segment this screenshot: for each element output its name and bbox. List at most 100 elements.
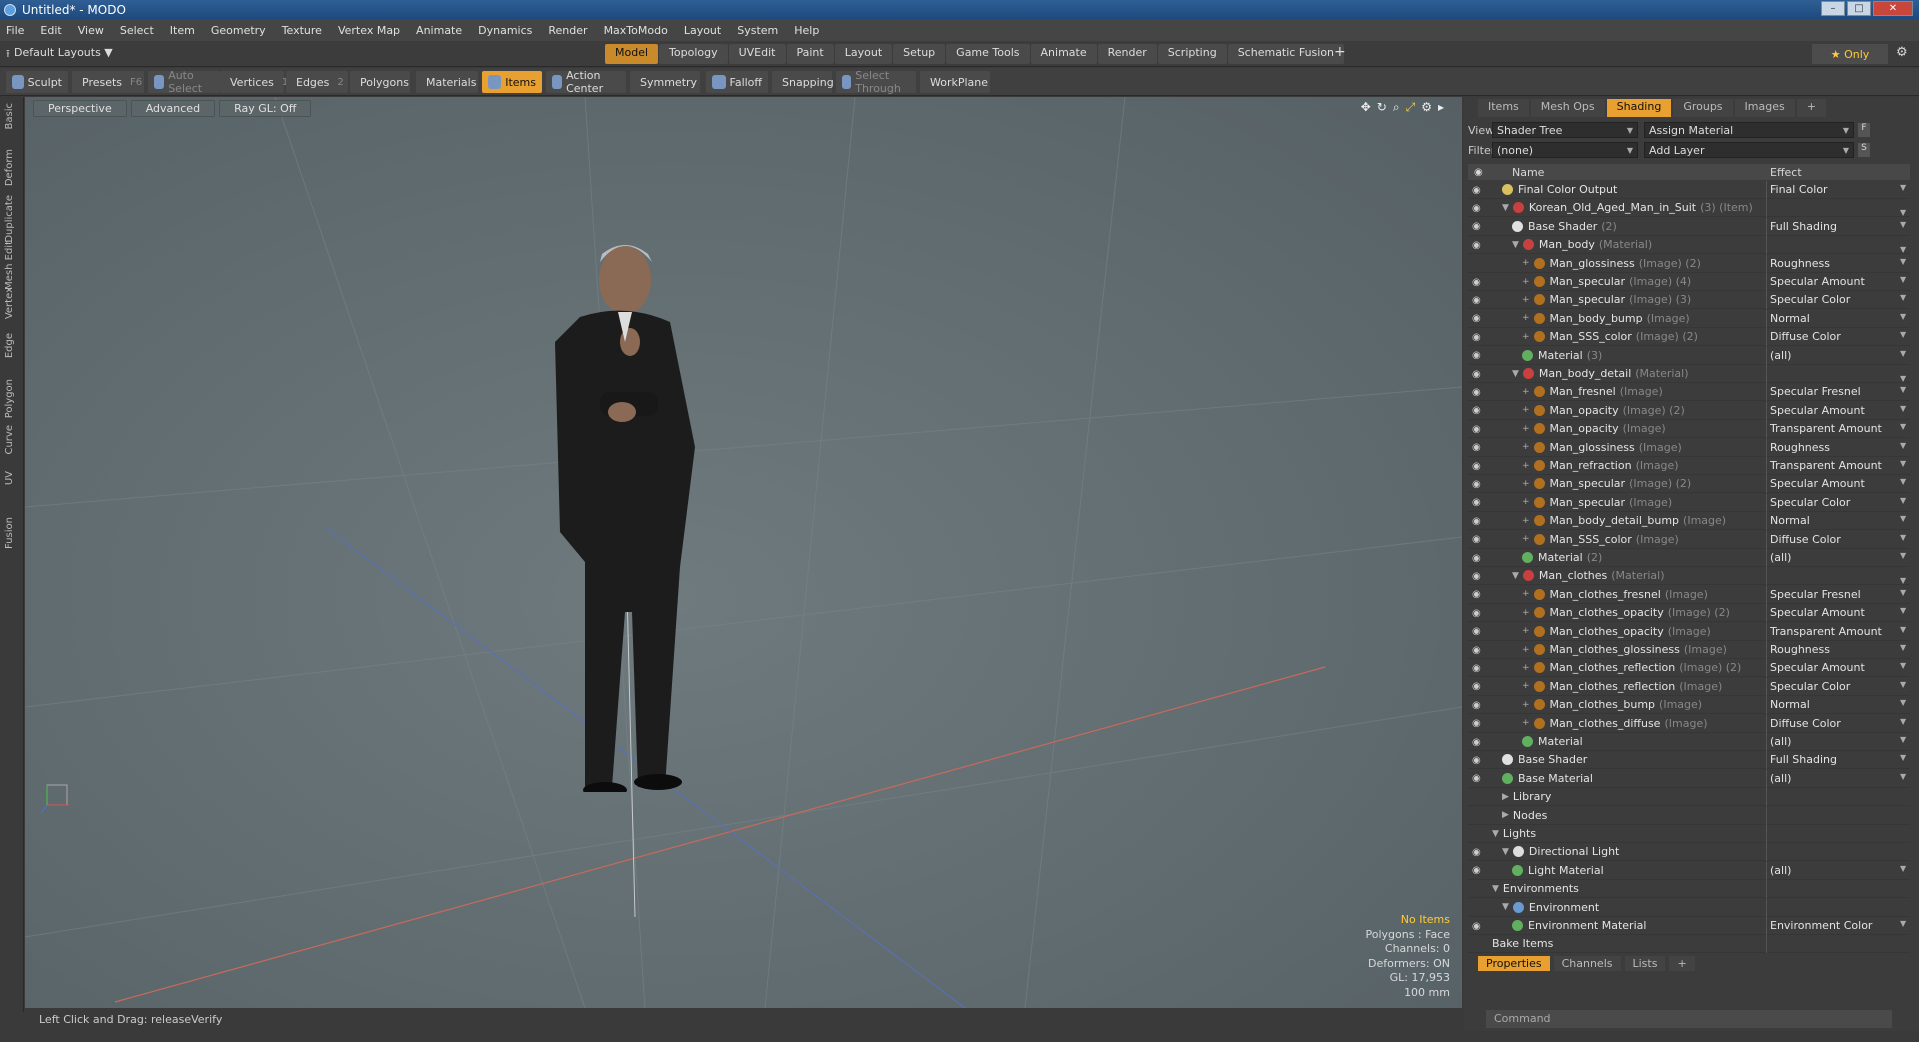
effect-dropdown[interactable]: Specular Fresnel: [1770, 588, 1906, 601]
expand-toggle-icon[interactable]: ▼: [1502, 203, 1509, 213]
effect-dropdown[interactable]: (all): [1770, 772, 1909, 785]
tab-layout[interactable]: Layout: [834, 44, 893, 64]
expand-toggle-icon[interactable]: +: [1522, 295, 1530, 305]
visibility-eye-icon[interactable]: ◉: [1472, 185, 1486, 196]
visibility-eye-icon[interactable]: ◉: [1472, 626, 1486, 637]
close-button[interactable]: ✕: [1873, 1, 1913, 16]
viewport-menu-icon[interactable]: ▸: [1438, 100, 1444, 115]
visibility-eye-icon[interactable]: ◉: [1472, 847, 1486, 858]
effect-dropdown[interactable]: Full Shading: [1770, 753, 1906, 766]
tool-sculpt-button[interactable]: Sculpt: [6, 71, 68, 93]
viewport-ray-gl-off-button[interactable]: Ray GL: Off: [219, 100, 312, 117]
bottom-tab-lists[interactable]: Lists: [1624, 956, 1666, 971]
left-tab-curve[interactable]: Curve: [4, 425, 15, 455]
tree-row[interactable]: ▼ Environments: [1468, 880, 1910, 899]
assign-material-hotkey[interactable]: F: [1858, 123, 1870, 137]
tree-row[interactable]: ◉ + Man_specular (Image) (2) Specular Amount: [1468, 475, 1910, 494]
effect-dropdown[interactable]: Transparent Amount: [1770, 422, 1906, 435]
panel-tab-items[interactable]: Items: [1478, 99, 1529, 117]
tool-edges-button[interactable]: Edges 2: [286, 71, 348, 93]
expand-toggle-icon[interactable]: +: [1522, 645, 1530, 655]
tab-schematic-fusion[interactable]: Schematic Fusion: [1227, 44, 1345, 64]
effect-dropdown[interactable]: Specular Amount: [1770, 661, 1906, 674]
tree-row[interactable]: ◉ Material (3) (all): [1468, 346, 1910, 365]
expand-toggle-icon[interactable]: +: [1522, 718, 1530, 728]
tree-row[interactable]: ◉ + Man_clothes_fresnel (Image) Specular Fre…: [1468, 585, 1910, 604]
effect-dropdown[interactable]: Specular Amount: [1770, 404, 1906, 417]
3d-viewport[interactable]: Perspective Advanced Ray GL: Off ✥ ↻ ⌕ ⤢ ⚙…: [25, 97, 1462, 1008]
character-model[interactable]: [530, 232, 770, 792]
fit-view-icon[interactable]: ⤢: [1406, 100, 1416, 115]
expand-toggle-icon[interactable]: +: [1522, 405, 1530, 415]
effect-dropdown[interactable]: (all): [1770, 864, 1909, 877]
tree-row[interactable]: ◉ Material (all): [1468, 733, 1910, 751]
tool-symmetry-button[interactable]: Symmetry: [630, 71, 700, 93]
panel-tab-images[interactable]: Images: [1734, 99, 1795, 117]
layout-pin-icon[interactable]: ⭱: [6, 45, 10, 64]
menu-system[interactable]: System: [737, 24, 778, 37]
expand-toggle-icon[interactable]: +: [1522, 663, 1530, 673]
expand-toggle-icon[interactable]: +: [1522, 589, 1530, 599]
tree-row[interactable]: ◉ + Man_specular (Image) Specular Color: [1468, 493, 1910, 512]
tree-row[interactable]: ◉ Final Color Output Final Color: [1468, 181, 1910, 199]
visibility-eye-icon[interactable]: ◉: [1472, 553, 1486, 564]
expand-toggle-icon[interactable]: ▶: [1502, 810, 1509, 820]
visibility-eye-icon[interactable]: ◉: [1472, 534, 1486, 545]
tree-row[interactable]: ◉ Base Shader (2) Full Shading: [1468, 217, 1910, 236]
effect-dropdown[interactable]: Specular Color: [1770, 680, 1907, 693]
rotate-view-icon[interactable]: ↻: [1377, 100, 1387, 115]
tool-action-center-button[interactable]: Action Center: [546, 69, 626, 95]
expand-toggle-icon[interactable]: ▶: [1502, 792, 1509, 802]
tree-row[interactable]: ▶ Library: [1468, 788, 1910, 807]
menu-select[interactable]: Select: [120, 24, 154, 37]
zoom-view-icon[interactable]: ⌕: [1393, 100, 1400, 115]
left-tab-basic[interactable]: Basic: [4, 103, 15, 129]
tree-row[interactable]: ◉ + Man_opacity (Image) (2) Specular Amount: [1468, 401, 1910, 420]
panel-tab-shading[interactable]: Shading: [1606, 99, 1672, 117]
maximize-button[interactable]: □: [1847, 1, 1871, 16]
tab-setup[interactable]: Setup: [893, 44, 946, 64]
visibility-eye-icon[interactable]: ◉: [1472, 424, 1486, 435]
visibility-eye-icon[interactable]: ◉: [1472, 516, 1486, 527]
left-tab-vertex[interactable]: Vertex: [4, 287, 15, 319]
visibility-eye-icon[interactable]: ◉: [1472, 865, 1486, 876]
effect-column-header[interactable]: Effect: [1770, 166, 1802, 179]
panel-tab-mesh-ops[interactable]: Mesh Ops: [1530, 99, 1605, 117]
expand-toggle-icon[interactable]: ▼: [1492, 884, 1499, 894]
tree-row[interactable]: ◉ ▼ Man_body (Material): [1468, 236, 1910, 255]
visibility-eye-icon[interactable]: ◉: [1472, 350, 1486, 361]
tree-row[interactable]: ◉ + Man_refraction (Image) Transparent Amoun…: [1468, 457, 1910, 475]
tree-row[interactable]: ▼ Lights: [1468, 825, 1910, 843]
add-layer-dropdown[interactable]: Add Layer: [1644, 142, 1854, 158]
visibility-eye-icon[interactable]: ◉: [1472, 387, 1486, 398]
expand-toggle-icon[interactable]: ▼: [1512, 571, 1519, 581]
tab-model[interactable]: Model: [605, 44, 659, 64]
tab-topology[interactable]: Topology: [659, 44, 728, 64]
effect-dropdown[interactable]: Specular Color: [1770, 496, 1907, 509]
visibility-eye-icon[interactable]: ◉: [1472, 663, 1486, 674]
add-layout-tab-button[interactable]: +: [1334, 44, 1346, 60]
visibility-eye-icon[interactable]: ◉: [1472, 203, 1486, 214]
add-layer-hotkey[interactable]: S: [1858, 143, 1870, 157]
visibility-eye-icon[interactable]: ◉: [1472, 295, 1486, 306]
tree-row[interactable]: ◉ + Man_clothes_diffuse (Image) Diffuse Colo…: [1468, 714, 1910, 733]
expand-toggle-icon[interactable]: +: [1522, 608, 1530, 618]
panel-tab-add[interactable]: +: [1796, 99, 1826, 117]
visibility-eye-icon[interactable]: ◉: [1472, 921, 1486, 932]
menu-vertex-map[interactable]: Vertex Map: [338, 24, 400, 37]
menu-geometry[interactable]: Geometry: [211, 24, 266, 37]
visibility-eye-icon[interactable]: ◉: [1472, 589, 1486, 600]
effect-dropdown[interactable]: Roughness: [1770, 441, 1906, 454]
visibility-eye-icon[interactable]: ◉: [1472, 773, 1486, 784]
expand-toggle-icon[interactable]: ▼: [1502, 902, 1509, 912]
tree-row[interactable]: ▼ Environment: [1468, 898, 1910, 917]
effect-dropdown[interactable]: (all): [1770, 349, 1909, 362]
viewport-settings-icon[interactable]: ⚙: [1421, 100, 1432, 115]
visibility-eye-icon[interactable]: ◉: [1472, 755, 1486, 766]
tree-row[interactable]: ◉ ▼ Man_clothes (Material): [1468, 567, 1910, 586]
tree-row[interactable]: ◉ + Man_clothes_reflection (Image) (2) Specu…: [1468, 659, 1910, 678]
effect-dropdown[interactable]: (all): [1770, 551, 1909, 564]
tool-snapping-button[interactable]: Snapping: [772, 71, 834, 93]
menu-item[interactable]: Item: [170, 24, 195, 37]
expand-toggle-icon[interactable]: +: [1522, 277, 1530, 287]
